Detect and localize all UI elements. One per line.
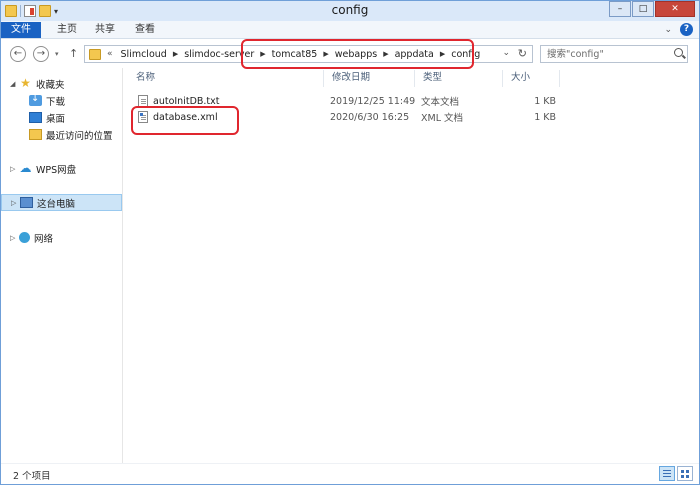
tab-home[interactable]: 主页 [47,22,87,38]
tab-view[interactable]: 查看 [125,22,165,38]
nav-item-favorites[interactable]: ◢ ★ 收藏夹 [1,75,122,92]
column-headers: 名称 修改日期 类型 大小 [128,70,560,87]
nav-label: 下载 [46,96,66,108]
help-icon[interactable]: ? [680,23,693,36]
file-size: 1 KB [534,111,556,123]
file-date: 2020/6/30 16:25 [330,111,410,123]
nav-label: 这台电脑 [37,198,76,210]
star-icon: ★ [20,76,31,90]
breadcrumb-slimcloud[interactable]: Slimcloud [121,49,167,60]
tab-file[interactable]: 文件 [1,22,41,38]
nav-item-wps[interactable]: ▷ ☁ WPS网盘 [1,160,122,177]
window-title: config [331,3,369,17]
collapse-icon[interactable]: ◢ [10,80,19,88]
nav-label: WPS网盘 [36,164,77,176]
nav-item-this-pc[interactable]: ▷ 这台电脑 [1,194,122,211]
overflow-crumb[interactable]: « [107,49,113,59]
column-header-size[interactable]: 大小 [503,70,560,87]
back-button[interactable]: ← [10,46,26,62]
up-arrow-icon[interactable]: ↑ [69,47,78,60]
refresh-icon[interactable]: ↻ [518,47,527,60]
column-header-type[interactable]: 类型 [415,70,503,87]
expand-ribbon-icon[interactable]: ⌄ [664,25,672,35]
title-bar: ▾ config – □ ✕ [1,1,699,21]
recent-locations-icon[interactable]: ▾ [55,50,59,58]
navigation-pane: ◢ ★ 收藏夹 下载 桌面 最近访问的位置 ▷ ☁ WPS网盘 ▷ 这台电脑 [1,68,123,463]
nav-label: 最近访问的位置 [46,130,113,142]
ribbon-tabs: 文件 主页 共享 查看 ⌄ ? [1,21,699,39]
close-button[interactable]: ✕ [655,1,695,17]
recent-places-icon [29,129,42,140]
breadcrumb-separator-icon[interactable]: ▶ [173,50,178,58]
file-date: 2019/12/25 11:49 [330,95,415,107]
status-bar: 2 个项目 [1,463,699,484]
ribbon-controls: ⌄ ? [664,23,693,36]
column-header-date[interactable]: 修改日期 [324,70,415,87]
chevron-down-icon[interactable]: ⌄ [502,48,510,58]
nav-label: 收藏夹 [36,79,65,91]
window-controls: – □ ✕ [608,1,695,17]
file-type: 文本文档 [421,97,460,108]
large-icons-view-button[interactable] [677,466,693,481]
download-icon [29,93,42,106]
network-icon [19,232,30,243]
nav-item-desktop[interactable]: 桌面 [1,109,122,126]
search-box[interactable] [540,45,688,63]
nav-item-recent[interactable]: 最近访问的位置 [1,126,122,143]
search-icon[interactable] [674,48,683,57]
file-name: autoInitDB.txt [153,95,220,107]
expand-icon[interactable]: ▷ [11,199,20,207]
minimize-button[interactable]: – [609,1,631,17]
explorer-window: ▾ config – □ ✕ 文件 主页 共享 查看 ⌄ ? ← → ▾ ↑ «… [0,0,700,485]
file-highlight-annotation [131,106,239,135]
expand-icon[interactable]: ▷ [10,234,19,242]
cloud-icon: ☁ [19,161,32,175]
desktop-icon [29,112,42,123]
forward-button[interactable]: → [33,46,49,62]
folder-icon [89,48,101,60]
search-input[interactable] [541,46,669,62]
file-size: 1 KB [534,95,556,107]
details-view-button[interactable] [659,466,675,481]
expand-icon[interactable]: ▷ [10,165,19,173]
maximize-button[interactable]: □ [632,1,654,17]
address-highlight-annotation [241,39,474,69]
file-type: XML 文档 [421,113,464,124]
computer-icon [20,197,33,208]
nav-item-network[interactable]: ▷ 网络 [1,229,122,246]
nav-label: 桌面 [46,113,66,125]
item-count: 2 个项目 [13,471,51,482]
nav-label: 网络 [34,233,54,245]
tab-share[interactable]: 共享 [85,22,125,38]
nav-item-downloads[interactable]: 下载 [1,92,122,109]
view-buttons [659,466,693,481]
column-header-name[interactable]: 名称 [128,70,324,87]
